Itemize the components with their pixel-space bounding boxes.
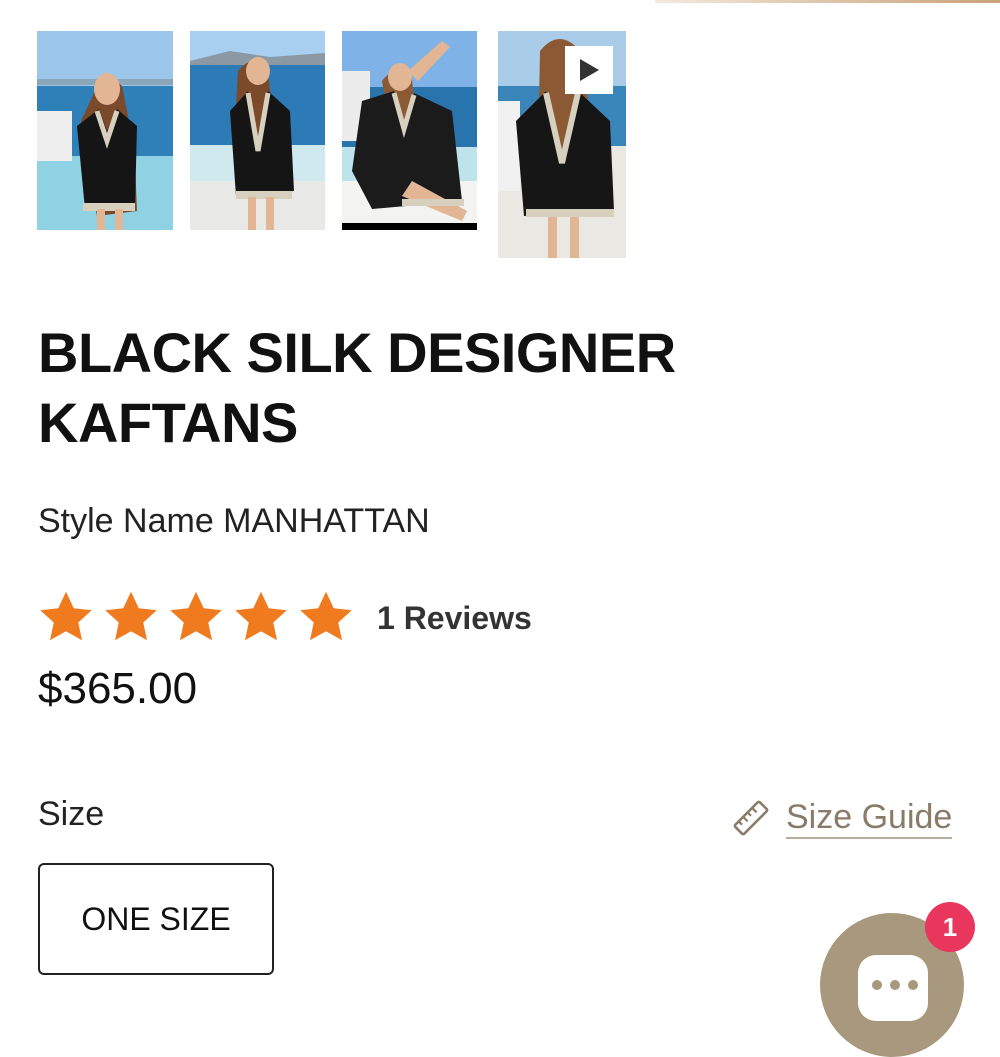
thumbnail-2[interactable]	[190, 31, 325, 230]
product-photo	[342, 31, 477, 230]
rating-row: 1 Reviews	[36, 588, 532, 648]
style-name: Style Name MANHATTAN	[38, 502, 430, 540]
reviews-link[interactable]: 1 Reviews	[377, 600, 532, 637]
star-icon	[170, 591, 222, 641]
star-icon	[235, 591, 287, 641]
product-title: BLACK SILK DESIGNER KAFTANS	[38, 321, 676, 454]
size-label: Size	[38, 795, 105, 833]
active-thumbnail-indicator	[342, 223, 477, 230]
star-icon	[105, 591, 157, 641]
top-accent-line	[655, 0, 1000, 3]
size-option-one-size[interactable]: ONE SIZE	[38, 863, 274, 975]
play-video-button[interactable]	[565, 46, 613, 94]
product-photo	[190, 31, 325, 230]
size-guide-label: Size Guide	[786, 797, 953, 839]
star-icon	[40, 591, 92, 641]
chat-notification-badge: 1	[925, 902, 975, 952]
chat-dots	[872, 980, 918, 990]
product-price: $365.00	[38, 664, 198, 713]
size-guide-link[interactable]: Size Guide	[732, 797, 953, 839]
product-photo	[37, 31, 173, 230]
chat-bubble-icon	[858, 955, 928, 1021]
thumbnail-1[interactable]	[37, 31, 173, 230]
ruler-icon	[733, 800, 769, 836]
thumbnail-3[interactable]	[342, 31, 477, 230]
star-icon	[300, 591, 352, 641]
play-icon	[580, 59, 599, 81]
